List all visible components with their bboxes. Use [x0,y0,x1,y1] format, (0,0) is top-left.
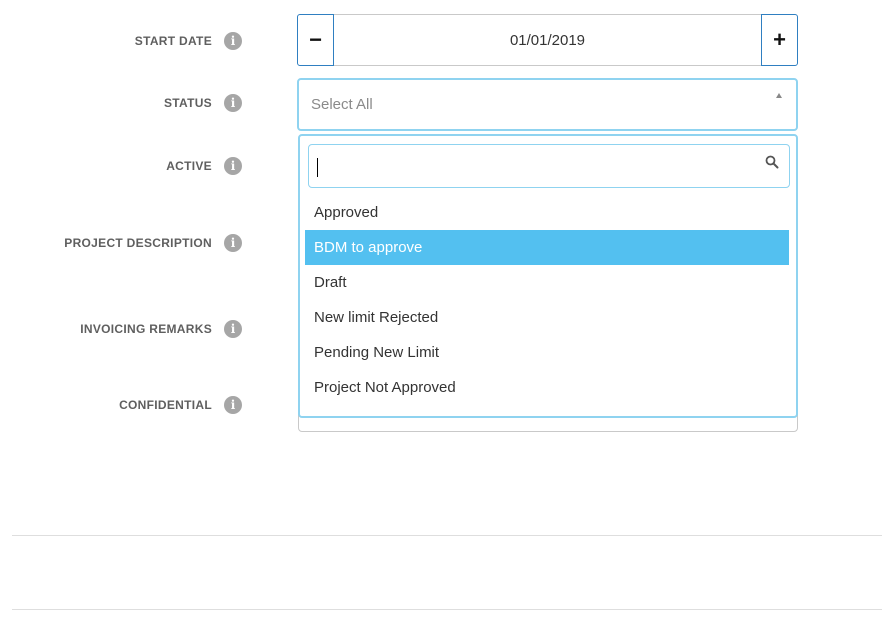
search-icon [765,155,779,169]
info-icon[interactable]: i [224,320,242,338]
label-status-text: STATUS [163,96,212,110]
option-draft[interactable]: Draft [305,265,789,300]
dropdown-search-input[interactable] [309,145,789,187]
label-active-text: ACTIVE [166,159,212,173]
label-start-date: START DATE i [135,30,242,52]
project-form: START DATE i STATUS i ACTIVE i PROJECT D… [0,0,882,636]
start-date-stepper: − 01/01/2019 + [297,14,798,66]
label-confidential: CONFIDENTIAL i [119,394,242,416]
dropdown-search[interactable] [308,144,790,188]
status-dropdown: Approved BDM to approve Draft New limit … [298,134,798,418]
start-date-value[interactable]: 01/01/2019 [334,15,761,65]
status-select[interactable]: Select All [297,78,798,131]
caret-up-icon[interactable] [776,93,782,98]
divider [12,609,882,610]
label-invoicing-remarks: INVOICING REMARKS i [80,318,242,340]
info-icon[interactable]: i [224,396,242,414]
label-project-description-text: PROJECT DESCRIPTION [64,236,212,250]
label-status: STATUS i [164,92,242,114]
label-active: ACTIVE i [166,155,242,177]
option-project-not-approved[interactable]: Project Not Approved [305,370,789,405]
dropdown-options: Approved BDM to approve Draft New limit … [305,195,789,405]
status-placeholder: Select All [311,96,373,113]
option-new-limit-rejected[interactable]: New limit Rejected [305,300,789,335]
label-invoicing-remarks-text: INVOICING REMARKS [80,322,212,336]
decrement-button[interactable]: − [297,14,334,66]
divider [12,535,882,536]
option-bdm-to-approve[interactable]: BDM to approve [305,230,789,265]
option-pending-new-limit[interactable]: Pending New Limit [305,335,789,370]
label-start-date-text: START DATE [134,34,212,48]
option-approved[interactable]: Approved [305,195,789,230]
info-icon[interactable]: i [224,32,242,50]
info-icon[interactable]: i [224,234,242,252]
label-project-description: PROJECT DESCRIPTION i [64,232,242,254]
increment-button[interactable]: + [761,14,798,66]
info-icon[interactable]: i [224,94,242,112]
text-cursor [317,158,318,177]
info-icon[interactable]: i [224,157,242,175]
label-confidential-text: CONFIDENTIAL [119,398,212,412]
